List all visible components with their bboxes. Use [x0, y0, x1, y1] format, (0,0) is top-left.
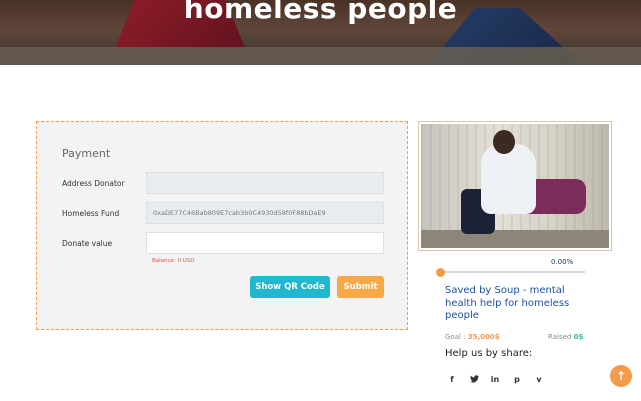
campaign-image-person-head	[493, 130, 515, 154]
progress-percent: 0.00%	[551, 258, 574, 266]
pinterest-icon[interactable]: p	[510, 372, 524, 386]
balance-text: Balance: 0 USD	[152, 258, 195, 264]
hero-title: homeless people	[183, 0, 458, 25]
campaign-title-link[interactable]: Saved by Soup - mental health help for h…	[445, 285, 595, 323]
submit-button[interactable]: Submit	[337, 276, 384, 298]
payment-heading: Payment	[62, 147, 111, 160]
scroll-to-top-button[interactable]: ↑	[610, 365, 632, 387]
campaign-image-person-shirt	[481, 144, 536, 214]
show-qr-code-button[interactable]: Show QR Code	[250, 276, 330, 298]
hero-banner: homeless people	[0, 0, 641, 65]
address-donator-field[interactable]	[146, 172, 384, 194]
twitter-icon[interactable]	[467, 372, 481, 386]
progress-bar	[440, 271, 585, 273]
campaign-image-frame[interactable]	[418, 121, 612, 251]
address-donator-label: Address Donator	[62, 179, 125, 188]
twitter-bird-svg	[469, 375, 479, 383]
vimeo-icon[interactable]: v	[532, 372, 546, 386]
arrow-up-icon: ↑	[615, 369, 627, 383]
campaign-image[interactable]	[421, 124, 609, 248]
raised-amount: 0$	[573, 333, 584, 341]
raised-label: Raised	[548, 333, 574, 341]
homeless-fund-label: Homeless Fund	[62, 209, 120, 218]
goal-label: Goal :	[445, 333, 468, 341]
payment-form: Payment Address Donator Homeless Fund 0x…	[36, 121, 408, 330]
donate-value-input[interactable]	[146, 232, 384, 254]
goal-text: Goal : 35,000$	[445, 333, 500, 341]
campaign-image-ground	[421, 230, 609, 248]
progress-knob	[436, 268, 445, 277]
goal-amount: 35,000$	[467, 333, 500, 341]
homeless-fund-field[interactable]: 0xaDE77C46Bab809E7cab3b0C4930d58f0F88bDa…	[146, 202, 384, 224]
share-title: Help us by share:	[445, 348, 533, 359]
raised-text: Raised 0$	[548, 333, 583, 341]
facebook-icon[interactable]: f	[445, 372, 459, 386]
donate-value-label: Donate value	[62, 239, 113, 248]
linkedin-icon[interactable]: in	[488, 372, 502, 386]
